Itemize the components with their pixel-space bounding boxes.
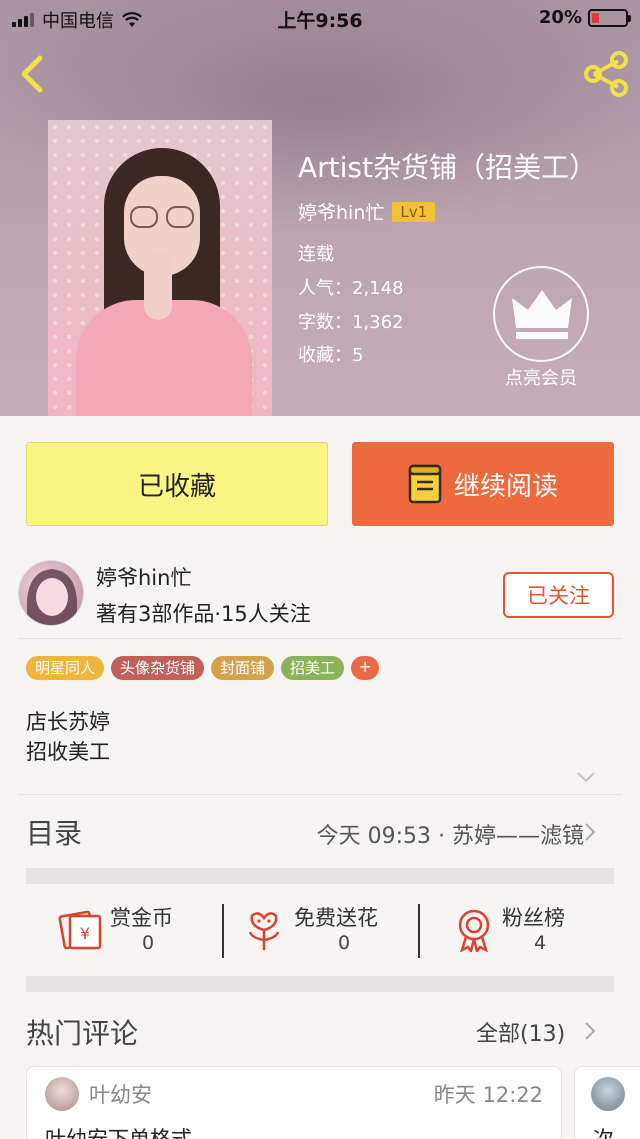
- fan-ranking-stat[interactable]: 粉丝榜 4: [420, 884, 614, 976]
- coin-envelope-icon: ¥: [58, 910, 102, 950]
- book-author-row: 婷爷hin忙 Lv1: [298, 198, 436, 225]
- divider: [18, 638, 622, 639]
- book-author-name[interactable]: 婷爷hin忙: [298, 198, 384, 225]
- commenter-avatar[interactable]: [45, 1077, 79, 1111]
- comment-time: 昨天 12:22: [433, 1083, 543, 1107]
- all-comments-link[interactable]: 全部(13): [476, 1016, 565, 1048]
- commenter-avatar[interactable]: [591, 1077, 625, 1111]
- share-icon[interactable]: [582, 50, 630, 98]
- book-cover-image[interactable]: [48, 120, 272, 416]
- favorite-button-label: 已收藏: [137, 471, 216, 502]
- vip-label: 点亮会员: [505, 368, 577, 389]
- catalog-latest-chapter: 今天 09:53 · 苏婷——滤镜: [316, 824, 584, 849]
- stats-bar: ¥ 赏金币 0 免费送花 0 粉丝榜 4: [26, 884, 614, 976]
- comment-text: 次: [593, 1127, 614, 1139]
- book-status: 连载: [298, 244, 334, 265]
- section-band: [26, 868, 614, 884]
- all-comments-label: 全部(13): [476, 1022, 566, 1047]
- continue-reading-button[interactable]: 继续阅读: [352, 442, 614, 526]
- section-band: [26, 976, 614, 992]
- flower-icon: [248, 912, 280, 950]
- book-title: Artist杂货铺（招美工）: [298, 151, 597, 184]
- chevron-right-icon[interactable]: [584, 1021, 596, 1041]
- svg-text:¥: ¥: [80, 924, 90, 943]
- follow-button[interactable]: 已关注: [503, 572, 614, 618]
- comment-card[interactable]: 叶幼安 昨天 12:22 叶幼安下单格式: [26, 1066, 562, 1139]
- tag-item[interactable]: 封面铺: [211, 656, 275, 680]
- favorite-button[interactable]: 已收藏: [26, 442, 328, 526]
- commenter-name[interactable]: 叶幼安: [89, 1079, 152, 1109]
- hot-comments-title: 热门评论: [26, 1017, 139, 1050]
- status-bar: 中国电信 上午9:56 20%: [0, 0, 640, 36]
- author-name[interactable]: 婷爷hin忙: [96, 562, 191, 592]
- tag-item[interactable]: 明星同人: [26, 656, 105, 680]
- catalog-row[interactable]: 目录 今天 09:53 · 苏婷——滤镜: [26, 812, 606, 852]
- chevron-right-icon: [585, 823, 596, 841]
- description-line: 招收美工: [26, 740, 110, 764]
- author-info: 著有3部作品·15人关注: [96, 602, 311, 626]
- battery-icon: [588, 8, 631, 27]
- continue-reading-label: 继续阅读: [453, 471, 558, 502]
- book-favorites-count: 收藏：5: [298, 345, 364, 366]
- book-popularity: 人气：2,148: [298, 278, 404, 299]
- book-icon: [408, 464, 442, 504]
- divider: [18, 794, 622, 795]
- battery-percent: 20%: [538, 7, 582, 28]
- stat-value: 0: [142, 932, 155, 954]
- back-arrow-icon[interactable]: [14, 52, 50, 96]
- book-word-count: 字数：1,362: [298, 312, 404, 333]
- level-badge: Lv1: [392, 201, 436, 222]
- stat-label: 免费送花: [294, 906, 378, 930]
- medal-icon: [458, 909, 490, 952]
- add-tag-button[interactable]: +: [351, 656, 380, 680]
- follow-button-label: 已关注: [527, 584, 590, 608]
- stat-value: 4: [534, 932, 547, 954]
- comment-text: 叶幼安下单格式: [45, 1127, 192, 1139]
- reward-coins-stat[interactable]: ¥ 赏金币 0: [26, 884, 222, 976]
- stat-label: 粉丝榜: [502, 906, 565, 930]
- stat-label: 赏金币: [110, 906, 173, 930]
- avatar-image: [27, 569, 77, 625]
- description-line: 店长苏婷: [26, 710, 110, 734]
- send-flower-stat[interactable]: 免费送花 0: [224, 884, 418, 976]
- catalog-title: 目录: [26, 817, 83, 850]
- book-header: 中国电信 上午9:56 20% Artist杂货铺（招美工） 婷爷hin忙 Lv…: [0, 0, 640, 416]
- tag-item[interactable]: 头像杂货铺: [111, 656, 205, 680]
- stat-value: 0: [338, 932, 351, 954]
- crown-icon: [512, 290, 572, 339]
- tag-item[interactable]: 招美工: [281, 656, 345, 680]
- tag-list: 明星同人 头像杂货铺 封面铺 招美工 +: [26, 656, 380, 680]
- comment-card[interactable]: 次: [574, 1066, 640, 1139]
- expand-chevron-down-icon[interactable]: [576, 770, 596, 784]
- author-avatar[interactable]: [18, 560, 84, 626]
- vip-button[interactable]: 点亮会员: [492, 266, 590, 390]
